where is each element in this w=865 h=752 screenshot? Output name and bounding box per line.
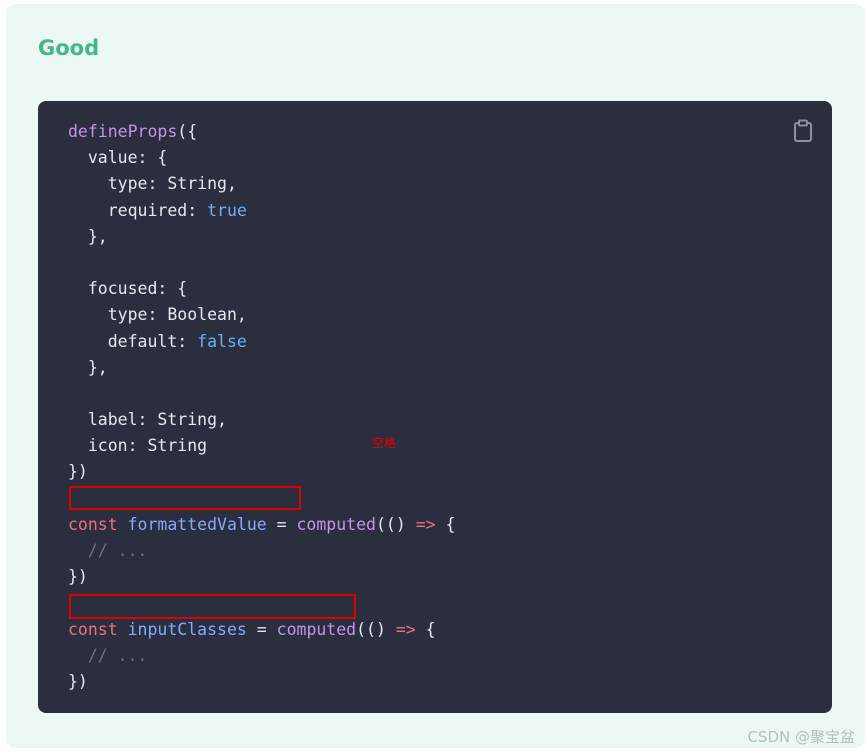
code-line: value: {	[68, 145, 455, 171]
code-token: icon: String	[68, 436, 208, 456]
code-line: defineProps({	[68, 119, 455, 145]
code-line: },	[68, 224, 455, 250]
code-line: })	[68, 564, 455, 590]
code-line: focused: {	[68, 276, 455, 302]
annotation-label: 空格	[372, 436, 397, 450]
code-line: required: true	[68, 198, 455, 224]
code-line: default: false	[68, 329, 455, 355]
code-line: })	[68, 669, 455, 695]
code-token: false	[197, 331, 247, 351]
code-token: (()	[356, 619, 396, 639]
code-line: })	[68, 459, 455, 485]
highlight-box-blank-line-1	[69, 486, 301, 510]
code-token: })	[68, 567, 88, 587]
code-token: =>	[415, 514, 436, 534]
code-token: {	[435, 514, 456, 534]
code-line: const inputClasses = computed(() => {	[68, 617, 455, 643]
code-token: focused: {	[68, 279, 188, 299]
code-token: const	[68, 619, 128, 639]
clipboard-icon	[794, 119, 812, 142]
code-token: {	[415, 619, 436, 639]
code-token: const	[68, 514, 128, 534]
code-token: (()	[375, 514, 416, 534]
code-line: type: String,	[68, 171, 455, 197]
code-token: type: Boolean,	[68, 305, 247, 325]
code-token: default:	[68, 331, 198, 351]
copy-code-button[interactable]	[792, 119, 814, 143]
code-token: value: {	[68, 148, 168, 168]
code-token: ({	[177, 122, 198, 141]
section-title: Good	[38, 36, 100, 60]
code-token: })	[68, 671, 88, 691]
highlight-box-blank-line-2	[69, 594, 356, 619]
code-line: const formattedValue = computed(() => {	[68, 512, 455, 538]
code-line: type: Boolean,	[68, 302, 455, 328]
code-token: type: String,	[68, 174, 237, 194]
code-token: label: String,	[68, 410, 227, 430]
code-token: })	[68, 462, 88, 482]
code-token: computed	[276, 619, 357, 639]
code-token: inputClasses	[127, 619, 247, 639]
code-token: },	[68, 226, 108, 246]
code-token: computed	[296, 514, 376, 534]
code-line: icon: String	[68, 433, 455, 459]
code-token: =	[266, 514, 297, 534]
code-token: =	[246, 619, 277, 639]
code-token: true	[207, 200, 247, 220]
code-block: defineProps({ value: { type: String, req…	[38, 101, 832, 713]
code-token: defineProps	[68, 122, 178, 141]
code-token: required:	[68, 200, 208, 220]
code-line: // ...	[68, 538, 455, 564]
code-token: formattedValue	[127, 514, 267, 534]
code-token: =>	[395, 619, 416, 639]
code-token: // ...	[68, 645, 148, 665]
watermark: CSDN @聚宝盆	[747, 728, 855, 746]
code-line: },	[68, 355, 455, 381]
code-token: // ...	[68, 541, 148, 560]
code-token: },	[68, 357, 108, 377]
code-line: // ...	[68, 643, 455, 669]
code-line: label: String,	[68, 407, 455, 433]
